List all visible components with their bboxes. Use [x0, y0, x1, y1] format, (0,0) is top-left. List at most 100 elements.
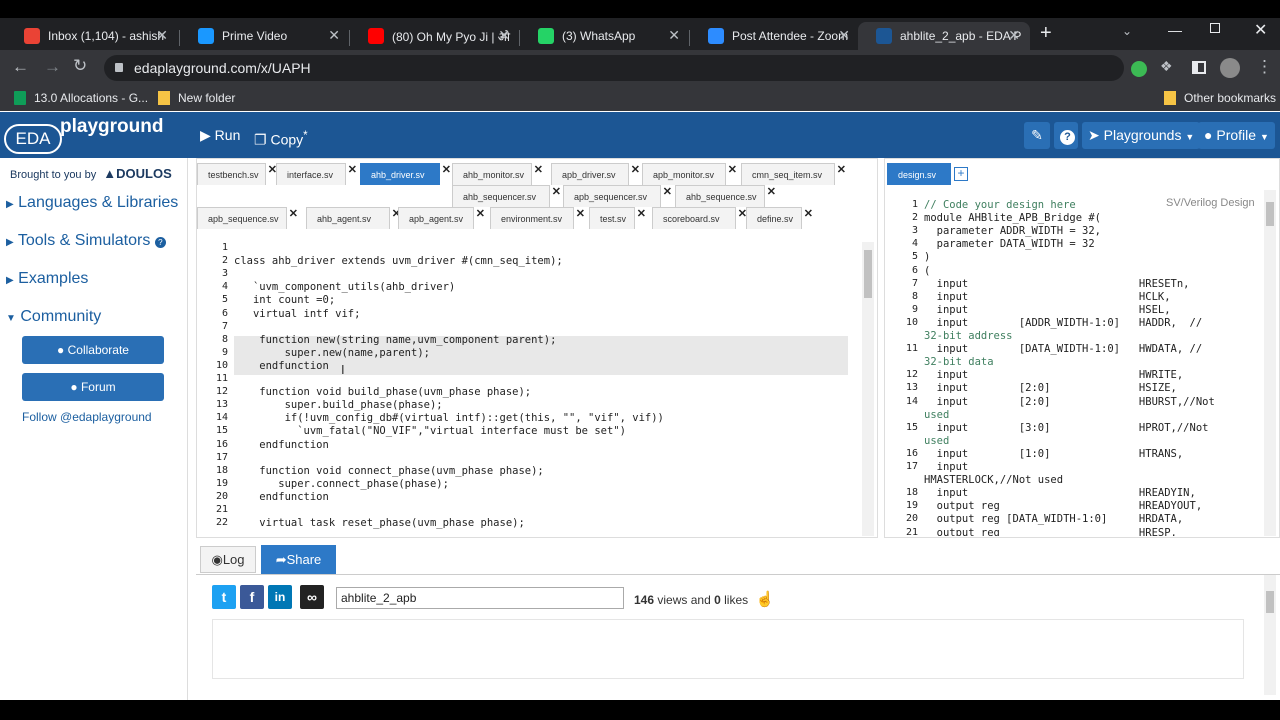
file-tab[interactable]: define.sv ✕: [746, 207, 813, 229]
logo[interactable]: EDA playground: [4, 116, 170, 156]
browser-tab[interactable]: Inbox (1,104) - ashish ✕: [6, 22, 178, 50]
other-bookmarks[interactable]: Other bookmarks: [1164, 91, 1276, 105]
close-file-icon[interactable]: ✕: [631, 163, 640, 176]
right-code-area[interactable]: 1 // Code your design here 2 module AHBlite…: [892, 199, 1262, 536]
close-tab-icon[interactable]: ✕: [498, 27, 510, 44]
extensions-puzzle-icon[interactable]: ❖: [1160, 58, 1173, 75]
file-tab[interactable]: ahb_monitor.sv ✕: [452, 163, 543, 185]
close-file-icon[interactable]: ✕: [804, 207, 813, 220]
close-file-icon[interactable]: ✕: [552, 185, 561, 198]
file-tab[interactable]: testbench.sv ✕: [197, 163, 277, 185]
new-tab-button[interactable]: +: [1040, 22, 1052, 45]
file-tab-label: environment.sv: [501, 214, 563, 224]
forward-icon[interactable]: →: [44, 57, 61, 77]
copy-button[interactable]: ❐ Copy*: [248, 122, 314, 149]
file-tab[interactable]: ahb_agent.sv ✕: [306, 207, 401, 229]
sidebar-item-community[interactable]: ▼ Community: [6, 308, 101, 326]
close-file-icon[interactable]: ✕: [837, 163, 846, 176]
close-tab-icon[interactable]: ✕: [156, 27, 168, 44]
close-file-icon[interactable]: ✕: [637, 207, 646, 220]
browser-tab[interactable]: (80) Oh My Pyo Ji | ओ ✕: [350, 22, 520, 50]
extension-green-icon[interactable]: [1131, 61, 1147, 77]
tab-log[interactable]: ◉Log: [200, 546, 256, 573]
profile-menu[interactable]: ● Profile ▼: [1198, 122, 1275, 149]
close-tab-icon[interactable]: ✕: [668, 27, 680, 44]
chat-icon: ●: [70, 380, 78, 394]
reload-icon[interactable]: ↻: [73, 56, 87, 76]
url-input[interactable]: edaplayground.com/x/UAPH: [104, 55, 1124, 81]
sidebar-item-examples[interactable]: ▶ Examples: [6, 270, 88, 288]
browser-tab[interactable]: Prime Video ✕: [180, 22, 350, 50]
scroll-thumb[interactable]: [1266, 591, 1274, 613]
file-tab[interactable]: apb_monitor.sv ✕: [642, 163, 737, 185]
file-tab[interactable]: apb_sequence.sv ✕: [197, 207, 298, 229]
close-tab-icon[interactable]: ✕: [838, 27, 850, 44]
code-line: output reg HRESP,: [924, 526, 1177, 537]
code-line: int count =0;: [234, 294, 336, 307]
file-tab[interactable]: interface.sv ✕: [276, 163, 357, 185]
collaborate-button[interactable]: ● Collaborate: [22, 336, 164, 364]
file-tab[interactable]: ahb_sequencer.sv ✕: [452, 185, 561, 207]
minimize-icon[interactable]: —: [1168, 22, 1182, 38]
close-file-icon[interactable]: ✕: [663, 185, 672, 198]
restore-icon[interactable]: [1210, 23, 1220, 33]
close-file-icon[interactable]: ✕: [728, 163, 737, 176]
share-title-input[interactable]: [336, 587, 624, 609]
twitter-icon[interactable]: t: [212, 585, 236, 609]
file-tab[interactable]: ahb_sequence.sv ✕: [675, 185, 776, 207]
sidebar-item-tools[interactable]: ▶ Tools & Simulators ?: [6, 232, 166, 250]
link-icon[interactable]: ∞: [300, 585, 324, 609]
close-file-icon[interactable]: ✕: [767, 185, 776, 198]
browser-tab[interactable]: (3) WhatsApp ✕: [520, 22, 690, 50]
run-button[interactable]: ▶ Run: [194, 122, 246, 149]
close-file-icon[interactable]: ✕: [289, 207, 298, 220]
sidepanel-icon[interactable]: [1192, 61, 1206, 74]
close-tab-icon[interactable]: ✕: [1008, 27, 1020, 44]
file-tab[interactable]: apb_sequencer.sv ✕: [563, 185, 672, 207]
left-scrollbar[interactable]: [862, 242, 874, 536]
file-tab[interactable]: test.sv ✕: [589, 207, 646, 229]
facebook-icon[interactable]: f: [240, 585, 264, 609]
add-file-icon[interactable]: +: [954, 167, 968, 181]
thumbs-up-icon[interactable]: ☝: [755, 591, 774, 608]
tab-search-icon[interactable]: ⌄: [1122, 24, 1132, 38]
playgrounds-menu[interactable]: ➤ Playgrounds ▼: [1082, 122, 1201, 149]
edit-button[interactable]: ✎: [1024, 122, 1050, 149]
file-tab[interactable]: scoreboard.sv ✕: [652, 207, 747, 229]
file-tab[interactable]: environment.sv ✕: [490, 207, 585, 229]
close-tab-icon[interactable]: ✕: [328, 27, 340, 44]
browser-tab[interactable]: Post Attendee - Zoom ✕: [690, 22, 860, 50]
avatar[interactable]: [1220, 58, 1240, 78]
code-line: 32-bit data: [924, 356, 994, 369]
tab-design[interactable]: design.sv: [887, 163, 951, 185]
help-icon[interactable]: ?: [154, 237, 166, 248]
bookmark-new-folder[interactable]: New folder: [158, 91, 235, 105]
scroll-thumb[interactable]: [1266, 202, 1274, 226]
scroll-thumb[interactable]: [864, 250, 872, 298]
close-file-icon[interactable]: ✕: [534, 163, 543, 176]
file-tab[interactable]: cmn_seq_item.sv ✕: [741, 163, 846, 185]
menu-kebab-icon[interactable]: ⋮: [1256, 57, 1273, 77]
close-file-icon[interactable]: ✕: [476, 207, 485, 220]
bookmark-allocations[interactable]: 13.0 Allocations - G...: [14, 91, 148, 105]
help-button[interactable]: ?: [1054, 122, 1078, 149]
doulos-logo[interactable]: ▲DOULOS: [103, 166, 172, 181]
file-tab[interactable]: ahb_driver.sv ✕: [360, 163, 451, 185]
bottom-scrollbar[interactable]: [1264, 575, 1276, 695]
follow-link[interactable]: Follow @edaplayground: [22, 410, 152, 424]
file-tab[interactable]: apb_agent.sv ✕: [398, 207, 485, 229]
code-line: `uvm_fatal("NO_VIF","virtual interface m…: [234, 425, 626, 438]
sidebar-item-languages[interactable]: ▶ Languages & Libraries: [6, 194, 178, 212]
close-window-icon[interactable]: ✕: [1254, 20, 1267, 40]
right-scrollbar[interactable]: [1264, 190, 1276, 536]
close-file-icon[interactable]: ✕: [442, 163, 451, 176]
tab-share[interactable]: ➦Share: [261, 545, 336, 574]
close-file-icon[interactable]: ✕: [348, 163, 357, 176]
browser-tab[interactable]: ahblite_2_apb - EDA P ✕: [858, 22, 1030, 50]
forum-button[interactable]: ● Forum: [22, 373, 164, 401]
linkedin-icon[interactable]: in: [268, 585, 292, 609]
close-file-icon[interactable]: ✕: [576, 207, 585, 220]
file-tab[interactable]: apb_driver.sv ✕: [551, 163, 640, 185]
back-icon[interactable]: ←: [12, 57, 29, 77]
left-code-area[interactable]: 1 2 class ahb_driver extends uvm_driver #(…: [206, 242, 848, 534]
